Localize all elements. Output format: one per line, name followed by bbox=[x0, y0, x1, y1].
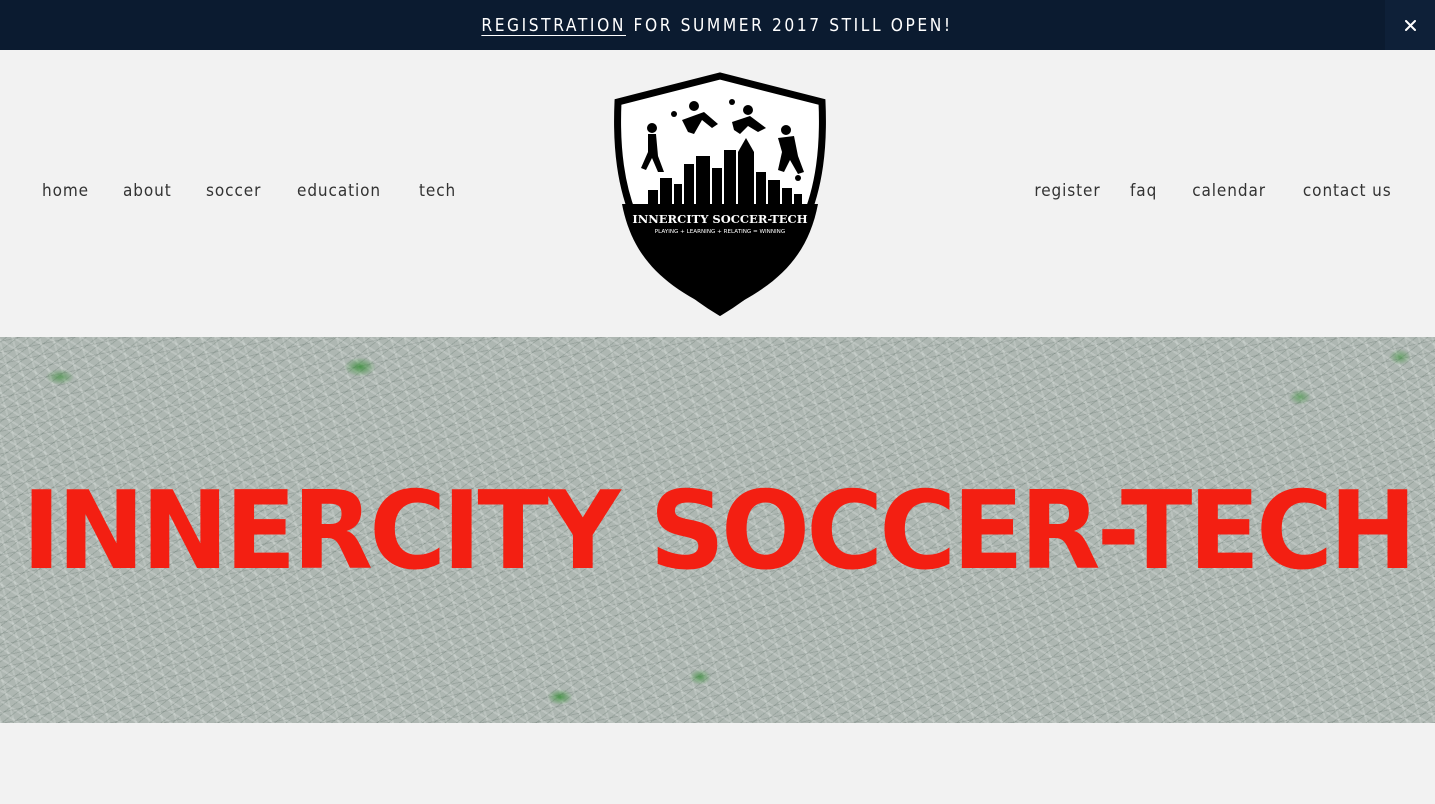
logo-title: INNERCITY SOCCER-TECH bbox=[632, 212, 807, 226]
announcement-bar: REGISTRATION FOR SUMMER 2017 STILL OPEN! bbox=[0, 0, 1435, 50]
nav-about[interactable]: about bbox=[123, 181, 172, 201]
site-header: home about soccer education tech INNERCI… bbox=[0, 50, 1435, 337]
close-icon bbox=[1404, 19, 1416, 31]
hero-banner: INNERCITY SOCCER-TECH bbox=[0, 337, 1435, 723]
registration-link[interactable]: REGISTRATION bbox=[482, 15, 627, 36]
nav-register[interactable]: register bbox=[1034, 181, 1100, 201]
site-logo[interactable]: INNERCITY SOCCER-TECH PLAYING + LEARNING… bbox=[608, 72, 832, 316]
nav-home[interactable]: home bbox=[42, 181, 89, 201]
logo-tagline: PLAYING + LEARNING + RELATING = WINNING bbox=[655, 229, 785, 235]
nav-contact-us[interactable]: contact us bbox=[1303, 181, 1392, 201]
nav-education[interactable]: education bbox=[297, 181, 381, 201]
primary-nav: home about soccer education tech bbox=[42, 181, 489, 201]
nav-tech[interactable]: tech bbox=[419, 181, 456, 201]
nav-soccer[interactable]: soccer bbox=[206, 181, 261, 201]
nav-calendar[interactable]: calendar bbox=[1193, 181, 1267, 201]
announcement-message: FOR SUMMER 2017 STILL OPEN! bbox=[626, 14, 954, 36]
secondary-nav: register faq calendar contact us bbox=[1000, 181, 1392, 201]
nav-faq[interactable]: faq bbox=[1130, 181, 1157, 201]
announcement-text: REGISTRATION FOR SUMMER 2017 STILL OPEN! bbox=[482, 15, 953, 36]
hero-title: INNERCITY SOCCER-TECH bbox=[22, 469, 1417, 594]
close-announcement-button[interactable] bbox=[1385, 0, 1435, 50]
